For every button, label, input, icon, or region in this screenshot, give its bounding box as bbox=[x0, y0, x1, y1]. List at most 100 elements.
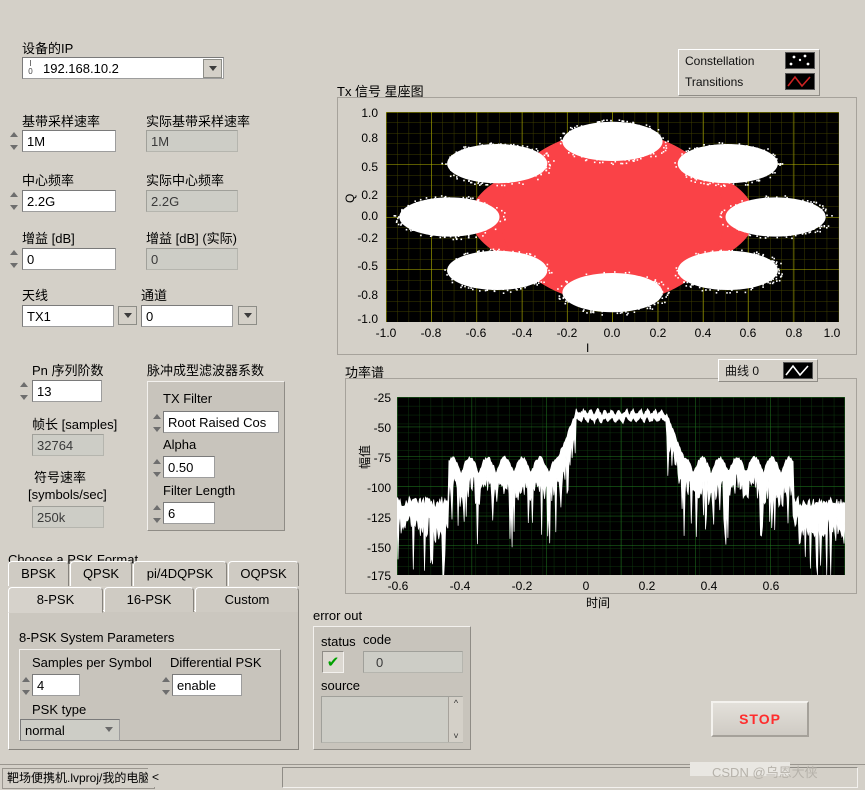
const-ytick-5: -0.2 bbox=[357, 231, 378, 245]
project-path-status[interactable]: 靶场便携机.lvproj/我的电脑 bbox=[2, 768, 156, 789]
pulse-shaping-filter-label: 脉冲成型滤波器系数 bbox=[147, 363, 265, 378]
psk-type-dropdown-button[interactable] bbox=[99, 720, 118, 739]
pn-order-spinner[interactable] bbox=[18, 380, 30, 402]
legend-row-curve0[interactable]: 曲线 0 bbox=[719, 360, 817, 381]
device-ip-label: 设备的IP bbox=[22, 41, 74, 56]
channel-combo[interactable]: 0 bbox=[141, 305, 233, 327]
constellation-x-axis-label: I bbox=[586, 341, 590, 355]
baseband-rate-input[interactable]: 1M bbox=[22, 130, 116, 152]
legend-row-transitions[interactable]: Transitions bbox=[679, 71, 819, 92]
filter-length-spinner[interactable] bbox=[151, 503, 163, 525]
symbol-rate-indicator: 250k bbox=[32, 506, 104, 528]
error-status-label: status bbox=[321, 634, 356, 649]
legend-row-constellation[interactable]: Constellation bbox=[679, 50, 819, 71]
actual-baseband-rate-label: 实际基带采样速率 bbox=[146, 114, 251, 129]
samples-per-symbol-label: Samples per Symbol bbox=[32, 655, 152, 670]
filter-length-label: Filter Length bbox=[163, 483, 236, 498]
const-xtick-10: 1.0 bbox=[823, 326, 841, 340]
tab-custom[interactable]: Custom bbox=[195, 587, 299, 612]
spec-xtick-2: -0.2 bbox=[511, 579, 533, 593]
spectrum-y-axis-label: 幅值 bbox=[358, 444, 372, 469]
device-ip-dropdown-button[interactable] bbox=[203, 59, 222, 78]
pn-order-label: Pn 序列阶数 bbox=[32, 363, 104, 378]
error-source-indicator bbox=[321, 696, 463, 743]
const-ytick-0: 1.0 bbox=[361, 106, 378, 120]
const-ytick-2: 0.5 bbox=[361, 160, 378, 174]
spec-xtick-1: -0.4 bbox=[449, 579, 471, 593]
differential-psk-spinner[interactable] bbox=[160, 675, 172, 697]
scroll-down-icon[interactable]: ˅ bbox=[449, 730, 463, 742]
tab-pi4dqpsk[interactable]: pi/4DQPSK bbox=[133, 561, 227, 586]
samples-per-symbol-input[interactable]: 4 bbox=[32, 674, 80, 696]
constellation-legend[interactable]: Constellation Transitions bbox=[678, 49, 820, 96]
error-code-label: code bbox=[363, 632, 392, 647]
actual-baseband-rate-indicator: 1M bbox=[146, 130, 238, 152]
tab-oqpsk[interactable]: OQPSK bbox=[228, 561, 299, 586]
frame-length-indicator: 32764 bbox=[32, 434, 104, 456]
const-ytick-4: 0.0 bbox=[361, 209, 378, 223]
error-code-indicator: 0 bbox=[363, 651, 463, 673]
tab-16psk[interactable]: 16-PSK bbox=[104, 587, 194, 612]
curve0-line-icon bbox=[783, 362, 813, 379]
tab-qpsk[interactable]: QPSK bbox=[70, 561, 132, 586]
actual-gain-label: 增益 [dB] (实际) bbox=[146, 231, 238, 246]
spec-ytick-0: -25 bbox=[373, 391, 391, 405]
error-source-scrollbar[interactable]: ^ ˅ bbox=[448, 697, 463, 742]
baseband-rate-spinner[interactable] bbox=[8, 130, 20, 152]
const-ytick-1: 0.8 bbox=[361, 131, 378, 145]
filter-length-input[interactable]: 6 bbox=[163, 502, 215, 524]
error-status-led: ✔ bbox=[322, 651, 344, 673]
spec-ytick-5: -150 bbox=[366, 541, 391, 555]
gain-spinner[interactable] bbox=[8, 248, 20, 270]
scroll-up-icon[interactable]: ^ bbox=[449, 697, 463, 709]
constellation-graph: 1.0 0.8 0.5 0.2 0.0 -0.2 -0.5 -0.8 -1.0 … bbox=[337, 97, 857, 355]
center-frequency-label: 中心频率 bbox=[22, 173, 75, 188]
antenna-label: 天线 bbox=[22, 288, 49, 303]
gain-input[interactable]: 0 bbox=[22, 248, 116, 270]
frame-length-label: 帧长 [samples] bbox=[32, 417, 118, 432]
baseband-rate-label: 基带采样速率 bbox=[22, 114, 101, 129]
constellation-plot-area[interactable] bbox=[386, 112, 839, 322]
watermark-text: CSDN @乌恩大侠 bbox=[712, 765, 818, 780]
legend-label-constellation: Constellation bbox=[685, 53, 755, 68]
error-source-label: source bbox=[321, 678, 361, 693]
spec-xtick-3: 0 bbox=[582, 579, 590, 593]
spectrum-graph: -25 -50 -75 -100 -125 -150 -175 幅值 -0.6 … bbox=[345, 378, 857, 610]
constellation-y-axis-label: Q bbox=[343, 193, 357, 203]
spec-xtick-4: 0.2 bbox=[638, 579, 656, 593]
const-ytick-6: -0.5 bbox=[357, 259, 378, 273]
alpha-spinner[interactable] bbox=[151, 457, 163, 479]
spec-xtick-6: 0.6 bbox=[762, 579, 780, 593]
center-frequency-input[interactable]: 2.2G bbox=[22, 190, 116, 212]
samples-per-symbol-spinner[interactable] bbox=[20, 675, 32, 697]
spectrum-legend[interactable]: 曲线 0 bbox=[718, 359, 818, 382]
spec-ytick-3: -100 bbox=[366, 481, 391, 495]
tab-8psk[interactable]: 8-PSK bbox=[8, 587, 103, 613]
spectrum-x-axis-label: 时间 bbox=[586, 596, 611, 610]
spec-xtick-0: -0.6 bbox=[387, 579, 409, 593]
actual-center-frequency-label: 实际中心频率 bbox=[146, 173, 225, 188]
status-bar-arrow[interactable]: < bbox=[148, 768, 164, 787]
pn-order-input[interactable]: 13 bbox=[32, 380, 102, 402]
spec-ytick-1: -50 bbox=[373, 421, 391, 435]
tx-filter-label: TX Filter bbox=[163, 391, 213, 406]
alpha-input[interactable]: 0.50 bbox=[163, 456, 215, 478]
symbol-rate-label-line2: [symbols/sec] bbox=[28, 487, 107, 502]
tx-filter-input[interactable]: Root Raised Cos bbox=[163, 411, 279, 433]
channel-label: 通道 bbox=[141, 288, 168, 303]
legend-label-curve0: 曲线 0 bbox=[725, 364, 760, 378]
antenna-dropdown-button[interactable] bbox=[118, 306, 137, 325]
center-frequency-spinner[interactable] bbox=[8, 190, 20, 212]
stop-button[interactable]: STOP bbox=[711, 701, 809, 737]
labview-front-panel: 设备的IP 192.168.10.2 I0 基带采样速率 1M 实际基带采样速率… bbox=[0, 0, 865, 790]
tx-filter-spinner[interactable] bbox=[151, 412, 163, 434]
device-ip-input[interactable]: 192.168.10.2 bbox=[22, 57, 224, 79]
differential-psk-input[interactable]: enable bbox=[172, 674, 242, 696]
spectrum-svg bbox=[397, 397, 845, 575]
transitions-line-icon bbox=[785, 73, 815, 90]
antenna-combo[interactable]: TX1 bbox=[22, 305, 114, 327]
spectrum-plot-area[interactable] bbox=[397, 397, 845, 575]
tab-bpsk[interactable]: BPSK bbox=[8, 561, 69, 586]
channel-dropdown-button[interactable] bbox=[238, 306, 257, 325]
io-glyph-icon: I0 bbox=[28, 59, 33, 76]
